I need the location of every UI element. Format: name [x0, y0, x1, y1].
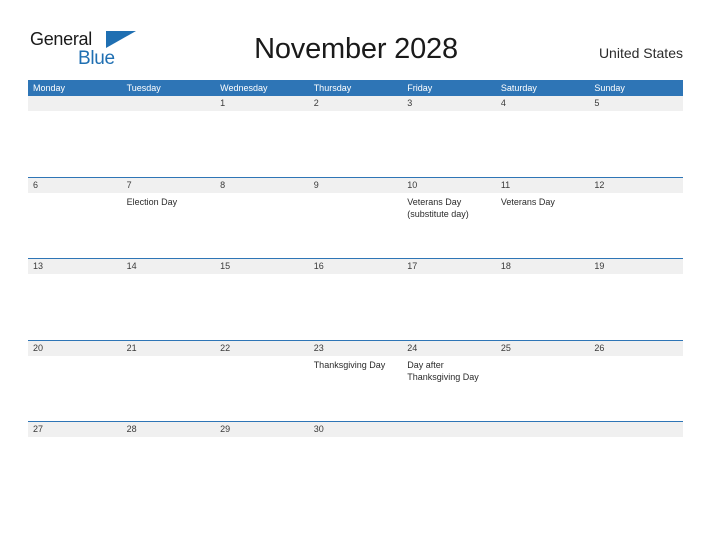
day-number [407, 422, 492, 437]
day-cell-20[interactable]: 20 [28, 341, 122, 422]
day-number: 3 [407, 98, 413, 108]
day-cell-26[interactable]: 26 [589, 341, 683, 422]
holiday-label: Veterans Day [407, 196, 462, 207]
weekday-header-thursday: Thursday [313, 83, 352, 93]
calendar-week-row: 6 7 Election Day 8 9 10 Veterans Day (substitut… [28, 176, 683, 259]
holiday-label: Thanksgiving Day [407, 372, 479, 383]
day-events: Election Day [127, 193, 212, 209]
weekday-header-friday: Friday [407, 83, 433, 93]
weekday-header-row: Monday Tuesday Wednesday Thursday Friday Satu… [28, 80, 683, 96]
day-cell-empty [402, 422, 496, 503]
weekday-header-monday: Monday [33, 83, 66, 93]
day-cell-8[interactable]: 8 [215, 178, 309, 259]
day-number: 17 [407, 261, 418, 272]
day-number [501, 422, 586, 437]
day-events: Thanksgiving Day [314, 356, 399, 372]
day-cell-7[interactable]: 7 Election Day [122, 178, 216, 259]
holiday-label: Thanksgiving Day [313, 359, 386, 370]
day-number: 16 [313, 261, 324, 272]
calendar-week-row: 27 28 29 30 [28, 421, 683, 503]
day-cell-29[interactable]: 29 [215, 422, 309, 503]
day-number [594, 422, 679, 437]
day-number: 22 [220, 342, 231, 353]
holiday-label: Election Day [126, 196, 178, 207]
country-label: United States [598, 45, 683, 61]
weekday-header-sunday: Sunday [594, 83, 625, 93]
day-number: 19 [594, 261, 605, 272]
day-cell-11[interactable]: 11 Veterans Day [496, 178, 590, 259]
day-number [127, 96, 212, 111]
holiday-label: Day after [407, 359, 444, 370]
day-number: 14 [126, 261, 137, 272]
day-number: 12 [594, 179, 605, 190]
day-cell-4[interactable]: 4 [496, 96, 590, 177]
day-cell-17[interactable]: 17 [402, 259, 496, 340]
day-number: 23 [313, 342, 324, 353]
day-number: 11 [500, 179, 511, 190]
day-number: 28 [126, 424, 137, 435]
day-number: 30 [313, 424, 324, 435]
day-cell-19[interactable]: 19 [589, 259, 683, 340]
day-cell-9[interactable]: 9 [309, 178, 403, 259]
day-number: 13 [33, 261, 44, 272]
day-number: 5 [594, 98, 600, 108]
day-cell-1[interactable]: 1 [215, 96, 309, 177]
day-cell-empty [28, 96, 122, 177]
day-events: Veterans Day (substitute day) [407, 193, 492, 221]
day-cell-13[interactable]: 13 [28, 259, 122, 340]
day-cell-10[interactable]: 10 Veterans Day (substitute day) [402, 178, 496, 259]
day-cell-16[interactable]: 16 [309, 259, 403, 340]
calendar-week-row: 1 2 3 4 5 [28, 96, 683, 177]
day-number: 20 [33, 342, 44, 353]
day-number: 9 [313, 179, 319, 190]
day-events: Day after Thanksgiving Day [407, 356, 492, 384]
page-header: General Blue November 2028 United States [0, 0, 712, 80]
weekday-header-saturday: Saturday [500, 83, 537, 93]
day-number: 4 [500, 98, 506, 108]
holiday-label: Veterans Day [500, 196, 555, 207]
day-number: 18 [500, 261, 511, 272]
weekday-header-wednesday: Wednesday [220, 83, 268, 93]
day-number: 6 [33, 179, 39, 190]
day-cell-14[interactable]: 14 [122, 259, 216, 340]
day-cell-23[interactable]: 23 Thanksgiving Day [309, 341, 403, 422]
day-cell-3[interactable]: 3 [402, 96, 496, 177]
calendar-weeks: 1 2 3 4 5 6 7 Election Day 8 9 10 Veterans Day (subs… [28, 96, 683, 503]
day-cell-22[interactable]: 22 [215, 341, 309, 422]
day-number: 27 [33, 424, 44, 435]
day-number: 29 [220, 424, 231, 435]
calendar-grid: Monday Tuesday Wednesday Thursday Friday Satu… [28, 80, 683, 503]
day-cell-24[interactable]: 24 Day after Thanksgiving Day [402, 341, 496, 422]
day-cell-12[interactable]: 12 [589, 178, 683, 259]
day-cell-28[interactable]: 28 [122, 422, 216, 503]
day-number: 15 [220, 261, 231, 272]
calendar-week-row: 13 14 15 16 17 18 19 [28, 258, 683, 340]
day-number [33, 96, 118, 111]
day-cell-5[interactable]: 5 [589, 96, 683, 177]
holiday-label: (substitute day) [407, 209, 469, 220]
day-events: Veterans Day [501, 193, 586, 209]
day-cell-30[interactable]: 30 [309, 422, 403, 503]
day-number: 10 [407, 179, 418, 190]
day-cell-2[interactable]: 2 [309, 96, 403, 177]
day-cell-18[interactable]: 18 [496, 259, 590, 340]
day-number: 24 [407, 342, 418, 353]
weekday-header-tuesday: Tuesday [126, 83, 161, 93]
day-number: 2 [313, 98, 319, 108]
day-number: 8 [220, 179, 226, 190]
day-cell-6[interactable]: 6 [28, 178, 122, 259]
day-cell-21[interactable]: 21 [122, 341, 216, 422]
day-cell-empty [589, 422, 683, 503]
day-number: 21 [126, 342, 137, 353]
day-cell-empty [496, 422, 590, 503]
day-number: 7 [126, 179, 132, 190]
day-number: 1 [220, 98, 226, 108]
day-number: 26 [594, 342, 605, 353]
day-number: 25 [500, 342, 511, 353]
calendar-week-row: 20 21 22 23 Thanksgiving Day 24 Day after Thank… [28, 339, 683, 422]
day-cell-empty [122, 96, 216, 177]
day-cell-27[interactable]: 27 [28, 422, 122, 503]
day-cell-15[interactable]: 15 [215, 259, 309, 340]
day-cell-25[interactable]: 25 [496, 341, 590, 422]
